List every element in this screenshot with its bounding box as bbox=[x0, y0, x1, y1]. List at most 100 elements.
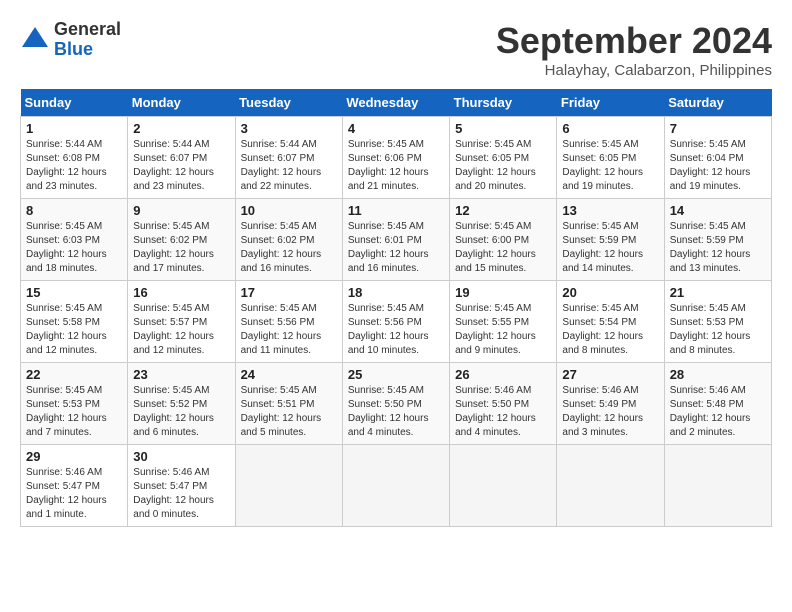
day-number: 10 bbox=[241, 203, 337, 218]
calendar-cell: 10 Sunrise: 5:45 AMSunset: 6:02 PMDayligh… bbox=[235, 199, 342, 281]
day-detail: Sunrise: 5:45 AMSunset: 5:57 PMDaylight:… bbox=[133, 302, 229, 358]
day-number: 7 bbox=[670, 121, 766, 136]
calendar-cell: 11 Sunrise: 5:45 AMSunset: 6:01 PMDayligh… bbox=[342, 199, 449, 281]
weekday-sunday: Sunday bbox=[21, 89, 128, 117]
header: General Blue September 2024 Halayhay, Ca… bbox=[20, 20, 772, 79]
calendar-cell: 4 Sunrise: 5:45 AMSunset: 6:06 PMDaylight… bbox=[342, 117, 449, 199]
calendar-cell: 17 Sunrise: 5:45 AMSunset: 5:56 PMDayligh… bbox=[235, 281, 342, 363]
day-number: 11 bbox=[348, 203, 444, 218]
day-number: 4 bbox=[348, 121, 444, 136]
day-number: 25 bbox=[348, 367, 444, 382]
day-detail: Sunrise: 5:45 AMSunset: 5:56 PMDaylight:… bbox=[241, 302, 337, 358]
day-detail: Sunrise: 5:45 AMSunset: 5:56 PMDaylight:… bbox=[348, 302, 444, 358]
day-detail: Sunrise: 5:46 AMSunset: 5:47 PMDaylight:… bbox=[26, 466, 122, 522]
weekday-thursday: Thursday bbox=[450, 89, 557, 117]
day-number: 26 bbox=[455, 367, 551, 382]
weekday-wednesday: Wednesday bbox=[342, 89, 449, 117]
calendar-cell: 5Sunrise: 5:45 AMSunset: 6:05 PMDaylight… bbox=[450, 117, 557, 199]
calendar-table: SundayMondayTuesdayWednesdayThursdayFrid… bbox=[20, 89, 772, 527]
day-detail: Sunrise: 5:46 AMSunset: 5:49 PMDaylight:… bbox=[562, 384, 658, 440]
day-detail: Sunrise: 5:46 AMSunset: 5:48 PMDaylight:… bbox=[670, 384, 766, 440]
day-detail: Sunrise: 5:45 AMSunset: 6:01 PMDaylight:… bbox=[348, 220, 444, 276]
calendar-cell: 8 Sunrise: 5:45 AMSunset: 6:03 PMDaylight… bbox=[21, 199, 128, 281]
day-number: 1 bbox=[26, 121, 122, 136]
calendar-cell: 1 Sunrise: 5:44 AMSunset: 6:08 PMDaylight… bbox=[21, 117, 128, 199]
day-number: 2 bbox=[133, 121, 229, 136]
day-detail: Sunrise: 5:45 AMSunset: 6:06 PMDaylight:… bbox=[348, 138, 444, 194]
weekday-friday: Friday bbox=[557, 89, 664, 117]
day-detail: Sunrise: 5:44 AMSunset: 6:07 PMDaylight:… bbox=[241, 138, 337, 194]
calendar-cell: 26 Sunrise: 5:46 AMSunset: 5:50 PMDayligh… bbox=[450, 363, 557, 445]
calendar-cell: 29 Sunrise: 5:46 AMSunset: 5:47 PMDayligh… bbox=[21, 445, 128, 527]
day-detail: Sunrise: 5:45 AMSunset: 6:00 PMDaylight:… bbox=[455, 220, 551, 276]
location-subtitle: Halayhay, Calabarzon, Philippines bbox=[496, 62, 772, 79]
day-number: 23 bbox=[133, 367, 229, 382]
calendar-week-4: 22 Sunrise: 5:45 AMSunset: 5:53 PMDayligh… bbox=[21, 363, 772, 445]
day-number: 8 bbox=[26, 203, 122, 218]
day-number: 22 bbox=[26, 367, 122, 382]
logo-icon bbox=[20, 25, 50, 55]
day-number: 20 bbox=[562, 285, 658, 300]
day-number: 6 bbox=[562, 121, 658, 136]
calendar-cell: 22 Sunrise: 5:45 AMSunset: 5:53 PMDayligh… bbox=[21, 363, 128, 445]
weekday-tuesday: Tuesday bbox=[235, 89, 342, 117]
calendar-cell: 15 Sunrise: 5:45 AMSunset: 5:58 PMDayligh… bbox=[21, 281, 128, 363]
day-number: 30 bbox=[133, 449, 229, 464]
day-number: 3 bbox=[241, 121, 337, 136]
day-detail: Sunrise: 5:45 AMSunset: 6:03 PMDaylight:… bbox=[26, 220, 122, 276]
day-number: 29 bbox=[26, 449, 122, 464]
day-number: 13 bbox=[562, 203, 658, 218]
calendar-cell: 7Sunrise: 5:45 AMSunset: 6:04 PMDaylight… bbox=[664, 117, 771, 199]
day-number: 15 bbox=[26, 285, 122, 300]
calendar-cell: 6Sunrise: 5:45 AMSunset: 6:05 PMDaylight… bbox=[557, 117, 664, 199]
calendar-cell bbox=[235, 445, 342, 527]
day-detail: Sunrise: 5:46 AMSunset: 5:50 PMDaylight:… bbox=[455, 384, 551, 440]
day-detail: Sunrise: 5:45 AMSunset: 5:59 PMDaylight:… bbox=[670, 220, 766, 276]
day-detail: Sunrise: 5:45 AMSunset: 5:59 PMDaylight:… bbox=[562, 220, 658, 276]
day-detail: Sunrise: 5:45 AMSunset: 6:02 PMDaylight:… bbox=[133, 220, 229, 276]
day-detail: Sunrise: 5:45 AMSunset: 5:55 PMDaylight:… bbox=[455, 302, 551, 358]
day-detail: Sunrise: 5:45 AMSunset: 6:05 PMDaylight:… bbox=[455, 138, 551, 194]
calendar-cell bbox=[450, 445, 557, 527]
weekday-monday: Monday bbox=[128, 89, 235, 117]
weekday-saturday: Saturday bbox=[664, 89, 771, 117]
day-detail: Sunrise: 5:45 AMSunset: 5:53 PMDaylight:… bbox=[670, 302, 766, 358]
calendar-cell: 24Sunrise: 5:45 AMSunset: 5:51 PMDayligh… bbox=[235, 363, 342, 445]
day-number: 9 bbox=[133, 203, 229, 218]
day-number: 16 bbox=[133, 285, 229, 300]
calendar-week-5: 29 Sunrise: 5:46 AMSunset: 5:47 PMDayligh… bbox=[21, 445, 772, 527]
calendar-cell: 9 Sunrise: 5:45 AMSunset: 6:02 PMDaylight… bbox=[128, 199, 235, 281]
calendar-cell: 27 Sunrise: 5:46 AMSunset: 5:49 PMDayligh… bbox=[557, 363, 664, 445]
day-detail: Sunrise: 5:44 AMSunset: 6:07 PMDaylight:… bbox=[133, 138, 229, 194]
calendar-header: SundayMondayTuesdayWednesdayThursdayFrid… bbox=[21, 89, 772, 117]
calendar-cell: 25 Sunrise: 5:45 AMSunset: 5:50 PMDayligh… bbox=[342, 363, 449, 445]
calendar-cell: 3 Sunrise: 5:44 AMSunset: 6:07 PMDaylight… bbox=[235, 117, 342, 199]
calendar-cell: 16 Sunrise: 5:45 AMSunset: 5:57 PMDayligh… bbox=[128, 281, 235, 363]
day-detail: Sunrise: 5:44 AMSunset: 6:08 PMDaylight:… bbox=[26, 138, 122, 194]
calendar-body: 1 Sunrise: 5:44 AMSunset: 6:08 PMDaylight… bbox=[21, 117, 772, 527]
day-detail: Sunrise: 5:45 AMSunset: 5:53 PMDaylight:… bbox=[26, 384, 122, 440]
calendar-cell: 12 Sunrise: 5:45 AMSunset: 6:00 PMDayligh… bbox=[450, 199, 557, 281]
day-number: 17 bbox=[241, 285, 337, 300]
calendar-cell bbox=[557, 445, 664, 527]
title-area: September 2024 Halayhay, Calabarzon, Phi… bbox=[496, 20, 772, 79]
day-number: 19 bbox=[455, 285, 551, 300]
calendar-cell: 14 Sunrise: 5:45 AMSunset: 5:59 PMDayligh… bbox=[664, 199, 771, 281]
logo-blue: Blue bbox=[54, 39, 93, 59]
day-detail: Sunrise: 5:45 AMSunset: 5:52 PMDaylight:… bbox=[133, 384, 229, 440]
day-detail: Sunrise: 5:45 AMSunset: 6:02 PMDaylight:… bbox=[241, 220, 337, 276]
day-detail: Sunrise: 5:45 AMSunset: 5:50 PMDaylight:… bbox=[348, 384, 444, 440]
day-detail: Sunrise: 5:45 AMSunset: 5:54 PMDaylight:… bbox=[562, 302, 658, 358]
calendar-week-1: 1 Sunrise: 5:44 AMSunset: 6:08 PMDaylight… bbox=[21, 117, 772, 199]
day-detail: Sunrise: 5:45 AMSunset: 5:58 PMDaylight:… bbox=[26, 302, 122, 358]
day-number: 12 bbox=[455, 203, 551, 218]
day-number: 18 bbox=[348, 285, 444, 300]
day-number: 21 bbox=[670, 285, 766, 300]
calendar-cell: 30Sunrise: 5:46 AMSunset: 5:47 PMDayligh… bbox=[128, 445, 235, 527]
day-number: 27 bbox=[562, 367, 658, 382]
day-number: 28 bbox=[670, 367, 766, 382]
day-number: 14 bbox=[670, 203, 766, 218]
calendar-cell bbox=[342, 445, 449, 527]
calendar-cell: 21 Sunrise: 5:45 AMSunset: 5:53 PMDayligh… bbox=[664, 281, 771, 363]
calendar-cell: 18 Sunrise: 5:45 AMSunset: 5:56 PMDayligh… bbox=[342, 281, 449, 363]
